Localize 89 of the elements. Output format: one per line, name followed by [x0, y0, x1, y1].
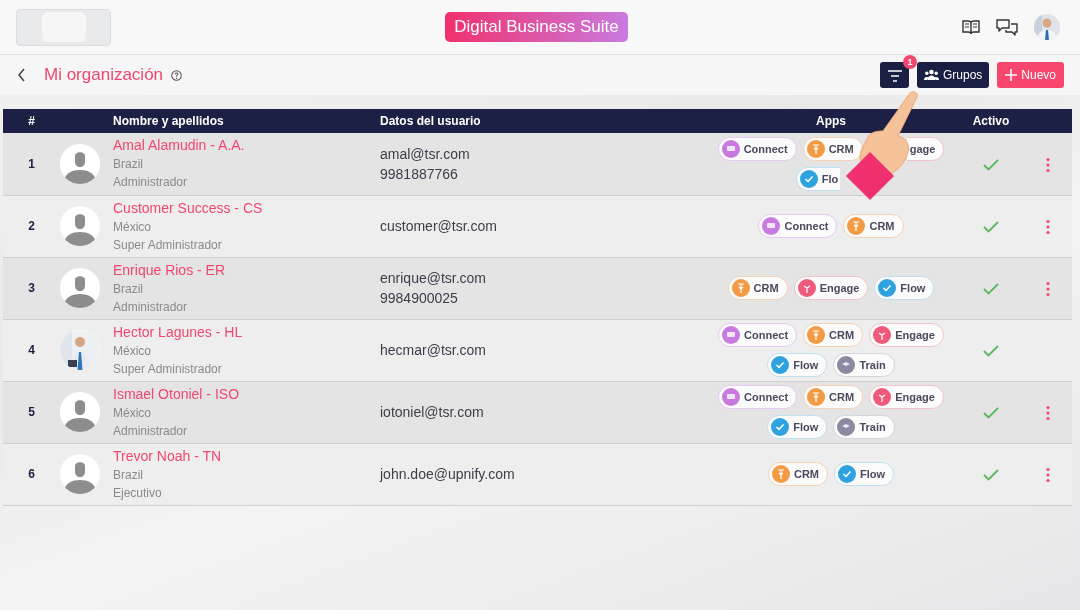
- crm-app-icon: [771, 465, 790, 483]
- user-country: México: [113, 404, 152, 422]
- book-icon[interactable]: [962, 19, 980, 35]
- contact-text: hecmar@tsr.com: [380, 341, 487, 360]
- back-icon[interactable]: [16, 68, 28, 82]
- filter-button[interactable]: [879, 62, 909, 88]
- user-country: México: [113, 218, 152, 236]
- app-tag[interactable]: Flow: [767, 415, 828, 439]
- page-title: Mi organización: [44, 64, 164, 87]
- flow-app-icon: [771, 418, 790, 436]
- plus-icon: [1005, 69, 1018, 81]
- user-country: Brazil: [113, 156, 144, 174]
- app-tag[interactable]: Flow: [874, 276, 935, 300]
- row-number: 1: [28, 157, 35, 171]
- app-tag[interactable]: Flow: [834, 462, 895, 486]
- crm-app-icon: [807, 388, 826, 406]
- chat-icon[interactable]: [996, 18, 1018, 36]
- app-tag[interactable]: Connect: [718, 385, 798, 409]
- app-tag[interactable]: Engage: [793, 276, 869, 300]
- train-app-icon: [837, 356, 856, 374]
- filter-icon: [886, 69, 903, 82]
- app-tag[interactable]: Engage: [869, 385, 944, 409]
- people-icon: [923, 69, 939, 81]
- app-tag[interactable]: Engage: [869, 323, 944, 347]
- app-tag[interactable]: CRM: [803, 323, 864, 347]
- user-country: México: [113, 342, 152, 360]
- connect-app-icon: [722, 388, 741, 406]
- app-tag[interactable]: Train: [833, 353, 895, 377]
- more-options-icon[interactable]: [1044, 466, 1051, 483]
- flow-app-icon: [799, 169, 818, 188]
- engage-app-icon: [873, 326, 892, 344]
- column-header: Activo: [972, 114, 1010, 128]
- crm-app-icon: [806, 139, 825, 158]
- contact-text: john.doe@upnify.com: [380, 465, 516, 484]
- app-tag[interactable]: Train: [833, 415, 895, 439]
- contact-text: amal@tsr.com: [380, 144, 471, 164]
- contact-text: iotoniel@tsr.com: [380, 403, 485, 422]
- row-number: 2: [28, 219, 35, 234]
- help-icon[interactable]: [171, 69, 183, 81]
- app-tag[interactable]: CRM: [802, 136, 863, 161]
- app-tag[interactable]: Flo: [795, 166, 841, 191]
- app-tag[interactable]: CRM: [803, 385, 864, 409]
- app-tag[interactable]: CRM: [843, 214, 904, 238]
- groups-button[interactable]: Grupos: [916, 62, 990, 88]
- user-role: Super Administrador: [113, 236, 223, 254]
- contact-text: customer@tsr.com: [380, 217, 498, 236]
- crm-app-icon: [807, 326, 826, 344]
- column-header: Datos del usuario: [380, 114, 481, 128]
- app-tag[interactable]: Connect: [717, 136, 797, 161]
- column-header: Nombre y apellidos: [113, 114, 224, 128]
- engage-app-icon: [873, 388, 892, 406]
- engage-app-icon: [797, 279, 816, 297]
- user-country: Brazil: [113, 280, 144, 298]
- app-tag[interactable]: Connect: [758, 214, 838, 238]
- more-options-icon[interactable]: [1044, 218, 1051, 235]
- column-header: #: [28, 114, 35, 128]
- connect-app-icon: [721, 139, 740, 158]
- contact-text: enrique@tsr.com: [380, 269, 488, 288]
- train-app-icon: [837, 418, 856, 436]
- connect-app-icon: [722, 326, 741, 344]
- app-tag[interactable]: CRM: [727, 276, 788, 300]
- row-number: 5: [28, 405, 35, 420]
- user-role: Super Administrador: [113, 360, 223, 378]
- crm-app-icon: [731, 279, 750, 297]
- user-role: Ejecutivo: [113, 484, 163, 502]
- app-tag[interactable]: CRM: [767, 462, 828, 486]
- row-number: 6: [28, 467, 35, 482]
- flow-app-icon: [838, 465, 856, 483]
- user-country: Brazil: [113, 466, 144, 484]
- contact-text: 9984900025: [380, 289, 459, 308]
- user-role: Administrador: [113, 174, 189, 192]
- row-number: 3: [28, 281, 35, 296]
- filter-count-badge: 1: [902, 55, 917, 69]
- flow-app-icon: [771, 356, 790, 374]
- app-tag[interactable]: Flow: [767, 353, 828, 377]
- more-options-icon[interactable]: [1044, 280, 1051, 297]
- user-role: Administrador: [113, 298, 189, 316]
- user-role: Administrador: [113, 422, 189, 440]
- app-tag[interactable]: Connect: [718, 323, 798, 347]
- app-tag[interactable]: gage: [906, 136, 945, 161]
- connect-app-icon: [762, 217, 781, 235]
- crm-app-icon: [847, 217, 866, 235]
- more-options-icon[interactable]: [1044, 156, 1051, 173]
- app-title: Digital Business Suite: [445, 12, 628, 42]
- column-header: Apps: [816, 114, 846, 128]
- flow-app-icon: [878, 279, 897, 297]
- contact-text: 9981887766: [380, 164, 459, 184]
- more-options-icon[interactable]: [1044, 404, 1051, 421]
- row-number: 4: [28, 343, 35, 358]
